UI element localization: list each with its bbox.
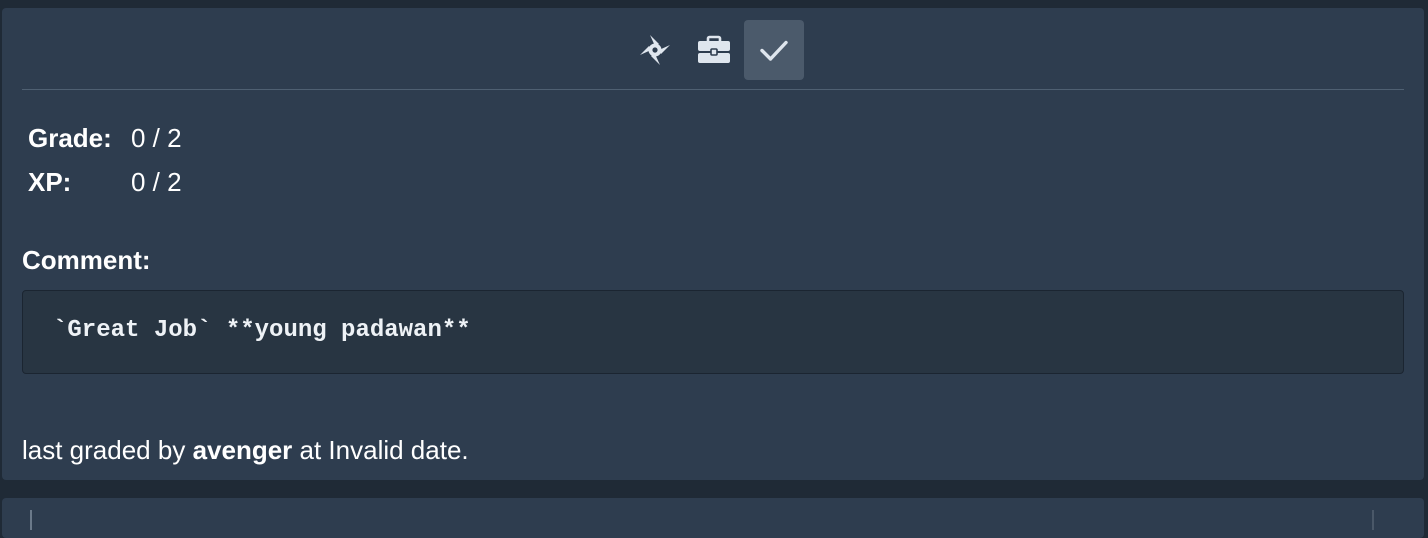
- last-graded-info: last graded by avenger at Invalid date.: [22, 428, 469, 472]
- comment-label: Comment:: [22, 245, 151, 275]
- comment-box: `Great Job` **young padawan**: [22, 290, 1404, 374]
- briefcase-button[interactable]: [684, 20, 744, 80]
- grade-label: Grade:: [28, 123, 112, 153]
- comment-text: `Great Job` **young padawan**: [53, 317, 471, 344]
- check-button[interactable]: [744, 20, 804, 80]
- shuriken-button[interactable]: [625, 20, 685, 80]
- xp-label: XP:: [28, 167, 72, 197]
- grade-value: 0 / 2: [131, 123, 182, 153]
- briefcase-icon: [696, 32, 732, 68]
- grading-panel: Grade: 0 / 2 XP: 0 / 2 Comment: `Great J…: [2, 8, 1424, 480]
- grading-toolbar: [22, 8, 1404, 90]
- grade-summary: Grade: 0 / 2 XP: 0 / 2: [28, 116, 182, 204]
- panel-divider: [30, 510, 32, 530]
- next-panel: [2, 498, 1424, 538]
- last-graded-prefix: last graded by: [22, 435, 193, 465]
- last-graded-suffix: at Invalid date.: [292, 435, 469, 465]
- panel-divider: [1372, 510, 1374, 530]
- check-icon: [758, 34, 790, 66]
- xp-row: XP: 0 / 2: [28, 160, 182, 204]
- grade-row: Grade: 0 / 2: [28, 116, 182, 160]
- shuriken-icon: [637, 32, 673, 68]
- grader-name: avenger: [192, 435, 293, 465]
- xp-value: 0 / 2: [131, 167, 182, 197]
